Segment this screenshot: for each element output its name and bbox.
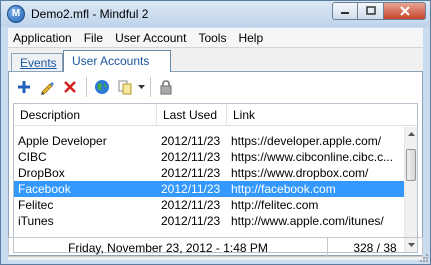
cell-last-used: 2012/11/23 <box>161 134 221 148</box>
edit-button[interactable] <box>36 76 58 98</box>
cell-description: DropBox <box>18 166 65 180</box>
cell-link: http://felitec.com <box>231 198 319 212</box>
resize-grip-icon[interactable] <box>418 252 428 262</box>
cell-link: http://facebook.com <box>231 182 336 196</box>
cell-last-used: 2012/11/23 <box>161 182 221 196</box>
scroll-up-icon <box>408 132 415 136</box>
scroll-thumb[interactable] <box>406 149 416 181</box>
close-icon <box>399 6 410 16</box>
cell-last-used: 2012/11/23 <box>161 150 221 164</box>
table-row-selected[interactable]: Facebook 2012/11/23 http://facebook.com <box>14 181 404 197</box>
window-controls <box>332 2 426 20</box>
cell-last-used: 2012/11/23 <box>161 166 221 180</box>
minimize-button[interactable] <box>332 2 358 20</box>
vertical-scrollbar[interactable] <box>404 127 417 252</box>
table-row[interactable]: CIBC 2012/11/23 https://www.cibconline.c… <box>14 149 404 165</box>
accounts-list[interactable]: Description Last Used Link Apple Develop… <box>13 103 418 253</box>
status-count: 328 / 38 <box>328 237 423 257</box>
menu-help[interactable]: Help <box>233 31 268 45</box>
client-area: Application File User Account Tools Help… <box>8 28 423 260</box>
menu-tools[interactable]: Tools <box>193 31 231 45</box>
cell-description: iTunes <box>18 214 54 228</box>
maximize-button[interactable] <box>358 2 383 20</box>
status-date: Friday, November 23, 2012 - 1:48 PM <box>8 237 328 257</box>
globe-icon <box>95 80 109 94</box>
toolbar-separator-2 <box>150 77 151 97</box>
menu-bar: Application File User Account Tools Help <box>8 28 423 48</box>
cell-description: Felitec <box>18 198 54 212</box>
app-window: M Demo2.mfl - Mindful 2 Application File… <box>0 0 431 265</box>
column-header-description[interactable]: Description <box>14 104 157 126</box>
copy-button[interactable] <box>114 76 136 98</box>
delete-icon <box>64 81 76 93</box>
open-link-button[interactable] <box>91 76 113 98</box>
delete-button[interactable] <box>59 76 81 98</box>
edit-icon <box>41 82 54 95</box>
minimize-icon <box>341 12 349 14</box>
tab-events-label: Events <box>20 56 57 70</box>
status-bar: Friday, November 23, 2012 - 1:48 PM 328 … <box>8 237 423 257</box>
add-button[interactable] <box>13 76 35 98</box>
lock-button[interactable] <box>155 76 177 98</box>
tab-user-accounts[interactable]: User Accounts <box>63 50 171 72</box>
menu-user-account[interactable]: User Account <box>110 31 191 45</box>
dropdown-arrow-icon <box>137 85 145 89</box>
toolbar <box>13 75 178 99</box>
maximize-icon <box>365 6 376 15</box>
table-row[interactable]: Felitec 2012/11/23 http://felitec.com <box>14 197 404 213</box>
column-header-last-used[interactable]: Last Used <box>157 104 227 126</box>
column-header-link[interactable]: Link <box>227 104 417 126</box>
tab-events[interactable]: Events <box>11 53 63 72</box>
menu-file[interactable]: File <box>79 31 108 45</box>
menu-application[interactable]: Application <box>8 31 77 45</box>
toolbar-separator <box>86 77 87 97</box>
table-row[interactable]: DropBox 2012/11/23 https://www.dropbox.c… <box>14 165 404 181</box>
tab-strip: Events User Accounts <box>8 50 423 72</box>
table-row[interactable]: Apple Developer 2012/11/23 https://devel… <box>14 133 404 149</box>
cell-link: https://www.cibconline.cibc.c... <box>231 150 394 164</box>
add-icon <box>18 81 30 93</box>
cell-link: http://www.apple.com/itunes/ <box>231 214 384 228</box>
list-header: Description Last Used Link <box>14 104 417 126</box>
user-accounts-panel: Description Last Used Link Apple Develop… <box>8 71 423 256</box>
cell-last-used: 2012/11/23 <box>161 198 221 212</box>
copy-icon <box>118 80 132 95</box>
lock-icon <box>160 80 172 95</box>
cell-link: https://developer.apple.com/ <box>231 134 382 148</box>
tab-user-accounts-label: User Accounts <box>72 54 150 68</box>
window-title: Demo2.mfl - Mindful 2 <box>31 7 149 21</box>
cell-description: Apple Developer <box>18 134 107 148</box>
copy-dropdown-button[interactable] <box>137 76 145 98</box>
close-button[interactable] <box>383 2 426 20</box>
scroll-up-button[interactable] <box>405 127 418 141</box>
cell-description: CIBC <box>18 150 47 164</box>
table-row[interactable]: iTunes 2012/11/23 http://www.apple.com/i… <box>14 213 404 229</box>
list-rows: Apple Developer 2012/11/23 https://devel… <box>14 133 404 229</box>
cell-link: https://www.dropbox.com/ <box>231 166 369 180</box>
app-logo-icon: M <box>7 5 25 23</box>
cell-description: Facebook <box>18 182 71 196</box>
cell-last-used: 2012/11/23 <box>161 214 221 228</box>
title-bar[interactable]: M Demo2.mfl - Mindful 2 <box>1 1 430 27</box>
